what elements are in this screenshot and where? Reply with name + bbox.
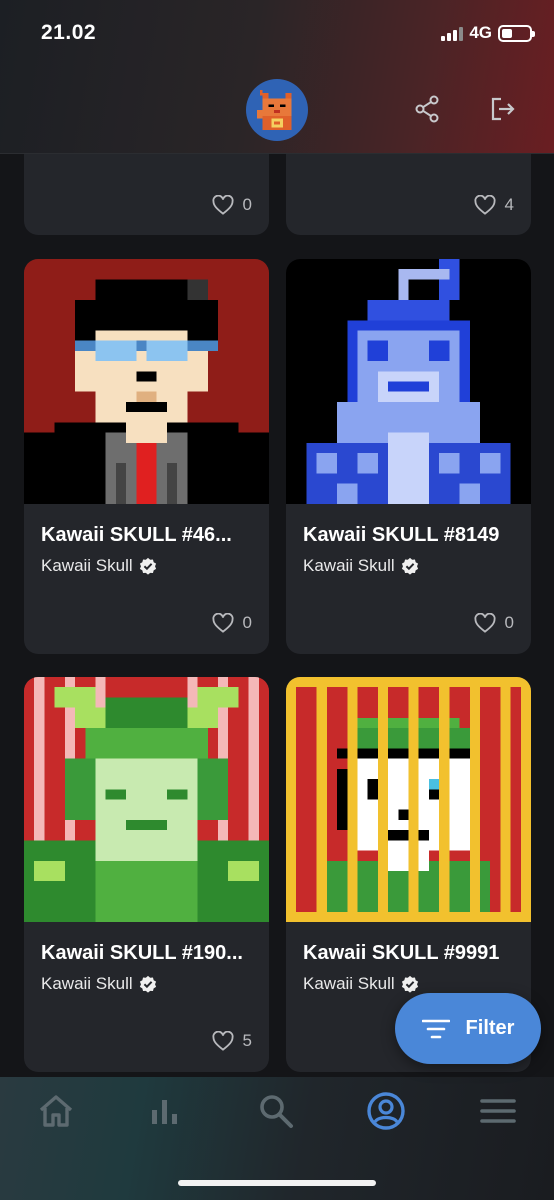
home-icon: [39, 1095, 73, 1127]
collection-label: Kawaii Skull: [303, 556, 395, 575]
top-bar: 21.02 4G: [0, 0, 554, 154]
nft-title: Kawaii SKULL #9991: [303, 942, 500, 964]
collection-label: Kawaii Skull: [303, 974, 395, 993]
heart-icon: [212, 195, 234, 215]
like-count-value: 4: [504, 195, 514, 214]
signal-icon: [441, 25, 464, 41]
like-count-value: 0: [504, 613, 514, 632]
like-count[interactable]: 0: [212, 613, 252, 633]
network-type: 4G: [469, 23, 492, 42]
like-count[interactable]: 0: [212, 195, 252, 215]
share-icon[interactable]: [412, 94, 442, 124]
filter-button[interactable]: Filter: [395, 993, 541, 1064]
lucky-cat-icon: [256, 89, 292, 131]
nft-card[interactable]: Kawaii SKULL #190... Kawaii Skull 5: [24, 677, 269, 1072]
nft-title: Kawaii SKULL #46...: [41, 524, 232, 546]
verified-badge-icon: [401, 557, 418, 575]
filter-icon: [421, 1019, 450, 1038]
like-count[interactable]: 0: [474, 613, 514, 633]
filter-label: Filter: [465, 1017, 515, 1039]
like-count-value: 5: [242, 1031, 252, 1050]
nav-profile[interactable]: [364, 1089, 408, 1133]
verified-badge-icon: [401, 975, 418, 993]
nav-search[interactable]: [254, 1089, 298, 1133]
nav-home[interactable]: [34, 1089, 78, 1133]
verified-badge-icon: [139, 557, 156, 575]
verified-badge-icon: [139, 975, 156, 993]
nav-stats[interactable]: [143, 1089, 187, 1133]
collection-label: Kawaii Skull: [41, 974, 133, 993]
home-indicator[interactable]: [178, 1180, 376, 1186]
nft-image[interactable]: [24, 259, 269, 504]
like-count-value: 0: [242, 195, 252, 214]
like-count-value: 0: [242, 613, 252, 632]
app-screen: 0 4 Kawaii SKULL #46... Kawaii Skull 0 K…: [0, 0, 554, 1200]
nav-menu[interactable]: [476, 1089, 520, 1133]
nft-card[interactable]: Kawaii SKULL #46... Kawaii Skull 0: [24, 259, 269, 654]
collection-name[interactable]: Kawaii Skull: [303, 556, 419, 576]
nft-image[interactable]: [24, 677, 269, 922]
profile-icon: [367, 1092, 405, 1130]
collection-label: Kawaii Skull: [41, 556, 133, 575]
heart-icon: [212, 1031, 234, 1051]
collection-name[interactable]: Kawaii Skull: [41, 556, 157, 576]
heart-icon: [474, 195, 496, 215]
heart-icon: [474, 613, 496, 633]
nft-title: Kawaii SKULL #8149: [303, 524, 500, 546]
nft-image[interactable]: [286, 677, 531, 922]
collection-name[interactable]: Kawaii Skull: [41, 974, 157, 994]
collection-name[interactable]: Kawaii Skull: [303, 974, 419, 994]
heart-icon: [212, 613, 234, 633]
nft-title: Kawaii SKULL #190...: [41, 942, 243, 964]
like-count[interactable]: 4: [474, 195, 514, 215]
stats-icon: [152, 1100, 177, 1124]
avatar[interactable]: [246, 79, 308, 141]
like-count[interactable]: 5: [212, 1031, 252, 1051]
status-indicators: 4G: [441, 23, 535, 43]
menu-icon: [480, 1099, 516, 1123]
nft-card[interactable]: Kawaii SKULL #8149 Kawaii Skull 0: [286, 259, 531, 654]
search-icon: [260, 1095, 293, 1128]
battery-icon: [498, 24, 535, 42]
status-time: 21.02: [41, 21, 97, 44]
logout-icon[interactable]: [488, 94, 518, 124]
nft-image[interactable]: [286, 259, 531, 504]
